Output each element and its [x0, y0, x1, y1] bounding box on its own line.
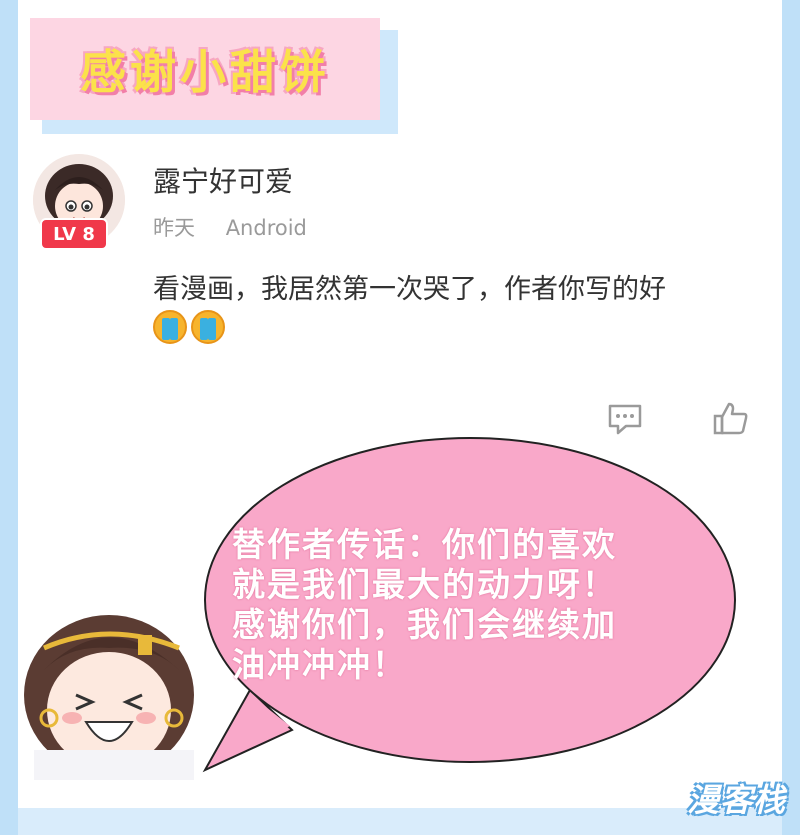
- bubble-line: 油冲冲冲！: [232, 645, 407, 684]
- bubble-line: 替作者传话：你们的喜欢: [232, 525, 617, 564]
- speech-bubble-text: 替作者传话：你们的喜欢 就是我们最大的动力呀！ 感谢你们，我们会继续加 油冲冲冲…: [232, 525, 732, 685]
- bubble-line: 感谢你们，我们会继续加: [232, 605, 617, 644]
- bubble-line: 就是我们最大的动力呀！: [232, 565, 617, 604]
- watermark-logo: 漫客栈: [686, 781, 786, 819]
- chibi-character: [24, 615, 194, 780]
